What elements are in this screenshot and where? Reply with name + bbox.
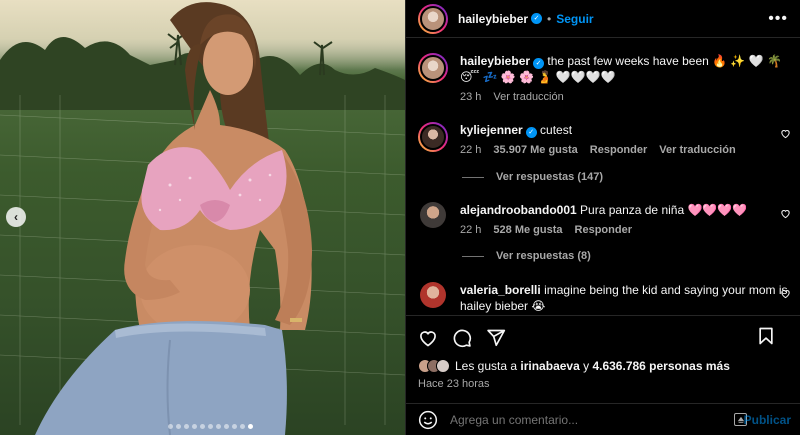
comment-input[interactable] bbox=[450, 412, 700, 427]
verified-badge-icon: ✓ bbox=[525, 127, 537, 138]
verified-badge-icon: ✓ bbox=[531, 13, 543, 24]
translate-link[interactable]: Ver traducción bbox=[493, 91, 563, 103]
liker-username[interactable]: irinabaeva bbox=[520, 359, 579, 373]
comment-text: Pura panza de niña 🩷🩷🩷🩷 bbox=[580, 203, 748, 217]
heart-icon[interactable] bbox=[780, 128, 791, 139]
carousel-dot bbox=[216, 424, 221, 429]
caption-username[interactable]: haileybieber bbox=[460, 54, 530, 68]
caption-meta: 23 h Ver traducción bbox=[460, 91, 790, 103]
commenter-avatar[interactable] bbox=[420, 282, 446, 308]
post-modal: ‹ haileybieber ✓ • Seguir ••• haileybieb… bbox=[0, 0, 800, 435]
liker-avatar bbox=[436, 359, 450, 373]
likes-text[interactable]: Les gusta a irinabaeva y 4.636.786 perso… bbox=[455, 359, 730, 373]
author-username[interactable]: haileybieber bbox=[458, 12, 528, 26]
carousel-dot bbox=[176, 424, 181, 429]
reply-button[interactable]: Responder bbox=[575, 224, 632, 236]
view-replies-button[interactable]: Ver respuestas (147) bbox=[462, 171, 603, 183]
post-comment-button[interactable]: Publicar bbox=[744, 413, 791, 427]
carousel-dot bbox=[240, 424, 245, 429]
emoji-icon[interactable] bbox=[418, 410, 438, 430]
likes-count[interactable]: 4.636.786 personas más bbox=[592, 359, 729, 373]
comment-time[interactable]: 22 h bbox=[460, 144, 481, 156]
replies-divider bbox=[462, 255, 484, 257]
view-replies-label: Ver respuestas (8) bbox=[496, 250, 591, 262]
carousel-dot bbox=[224, 424, 229, 429]
view-replies-button[interactable]: Ver respuestas (8) bbox=[462, 250, 591, 262]
bookmark-icon[interactable] bbox=[756, 326, 776, 346]
likes-middle: y bbox=[583, 359, 590, 373]
carousel-dot bbox=[248, 424, 253, 429]
caption-text: haileybieber ✓ the past few weeks have be… bbox=[460, 53, 790, 85]
caption-avatar[interactable] bbox=[418, 53, 448, 83]
carousel-dot bbox=[200, 424, 205, 429]
heart-icon[interactable] bbox=[780, 288, 791, 299]
comment-likes[interactable]: 35.907 Me gusta bbox=[493, 144, 577, 156]
post-timestamp[interactable]: Hace 23 horas bbox=[418, 378, 490, 390]
carousel-indicator bbox=[168, 424, 253, 429]
post-header: haileybieber ✓ • Seguir ••• bbox=[406, 0, 800, 38]
comment-row: kyliejenner ✓ cutest 22 h 35.907 Me gusta… bbox=[418, 122, 793, 156]
follow-button[interactable]: Seguir bbox=[556, 12, 593, 26]
likes-prefix: Les gusta a bbox=[455, 359, 518, 373]
comment-composer: Publicar bbox=[406, 403, 800, 435]
replies-divider bbox=[462, 176, 484, 178]
carousel-dot bbox=[232, 424, 237, 429]
caption-time[interactable]: 23 h bbox=[460, 91, 481, 103]
comment-row: alejandroobando001 Pura panza de niña 🩷🩷… bbox=[418, 202, 793, 236]
carousel-dot bbox=[168, 424, 173, 429]
share-send-icon[interactable] bbox=[486, 328, 506, 348]
more-options-icon[interactable]: ••• bbox=[768, 10, 788, 28]
caption-row: haileybieber ✓ the past few weeks have be… bbox=[418, 53, 793, 103]
commenter-avatar[interactable] bbox=[418, 122, 448, 152]
comment-likes[interactable]: 528 Me gusta bbox=[493, 224, 562, 236]
post-sidebar: haileybieber ✓ • Seguir ••• haileybieber… bbox=[405, 0, 800, 435]
commenter-username[interactable]: kyliejenner bbox=[460, 123, 523, 137]
commenter-avatar[interactable] bbox=[420, 202, 446, 228]
likes-summary: Les gusta a irinabaeva y 4.636.786 perso… bbox=[418, 359, 730, 373]
comment-text: cutest bbox=[540, 123, 573, 137]
carousel-dot bbox=[192, 424, 197, 429]
carousel-prev-button[interactable]: ‹ bbox=[6, 207, 26, 227]
author-avatar[interactable] bbox=[418, 3, 448, 34]
comments-list[interactable]: haileybieber ✓ the past few weeks have be… bbox=[406, 39, 800, 315]
person-figure bbox=[35, 2, 312, 435]
action-icons-row bbox=[418, 326, 790, 350]
commenter-username[interactable]: alejandroobando001 bbox=[460, 203, 577, 217]
view-replies-label: Ver respuestas (147) bbox=[496, 171, 604, 183]
comment-bubble-icon[interactable] bbox=[452, 328, 472, 348]
comment-row: valeria_borelli imagine being the kid an… bbox=[418, 282, 793, 314]
translate-link[interactable]: Ver traducción bbox=[659, 144, 735, 156]
like-heart-icon[interactable] bbox=[418, 328, 438, 348]
heart-icon[interactable] bbox=[780, 208, 791, 219]
comment-time[interactable]: 22 h bbox=[460, 224, 481, 236]
verified-badge-icon: ✓ bbox=[533, 58, 545, 69]
commenter-username[interactable]: valeria_borelli bbox=[460, 283, 541, 297]
post-actions: Les gusta a irinabaeva y 4.636.786 perso… bbox=[406, 315, 800, 403]
carousel-dot bbox=[184, 424, 189, 429]
separator-dot: • bbox=[547, 11, 552, 26]
chevron-left-icon: ‹ bbox=[14, 210, 18, 224]
reply-button[interactable]: Responder bbox=[590, 144, 647, 156]
carousel-dot bbox=[208, 424, 213, 429]
post-photo[interactable]: ‹ bbox=[0, 0, 405, 435]
